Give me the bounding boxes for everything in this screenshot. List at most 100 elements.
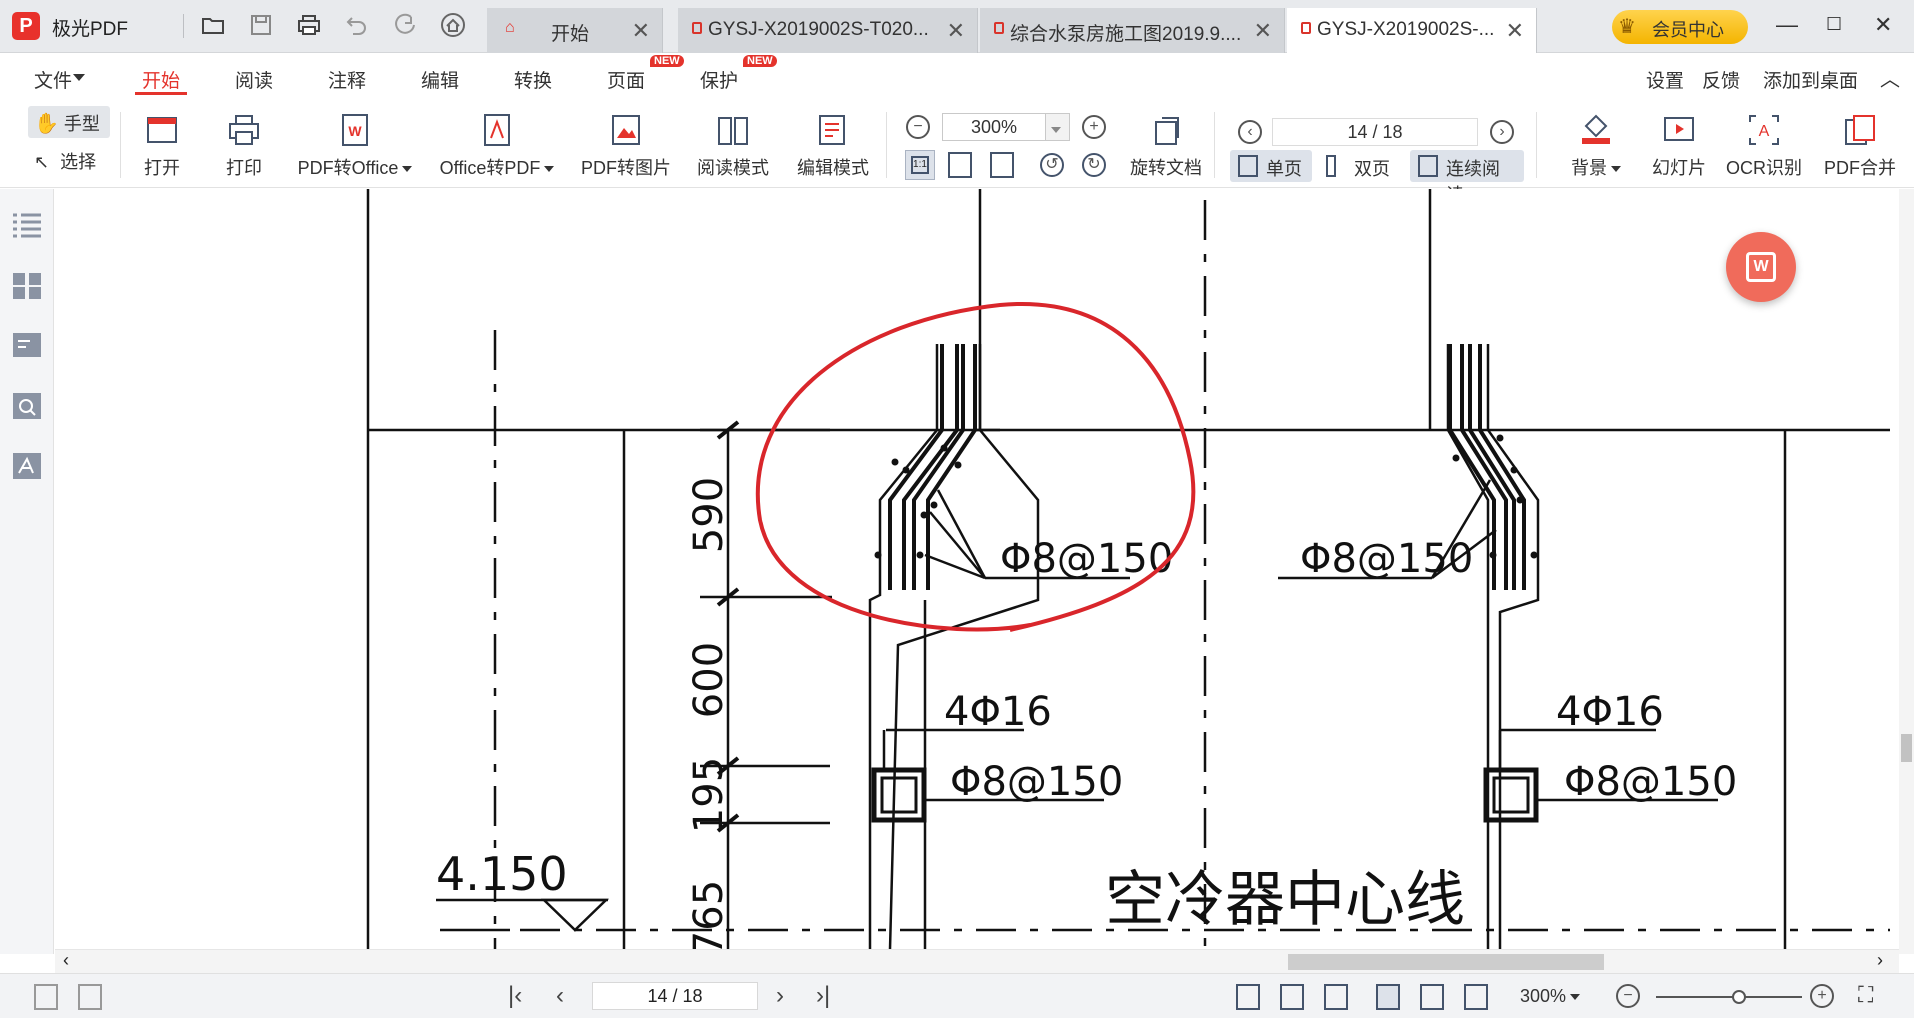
menu-add-to-desktop[interactable]: 添加到桌面: [1763, 66, 1858, 93]
close-icon[interactable]: ✕: [947, 18, 965, 44]
previous-page-icon[interactable]: ‹: [556, 982, 564, 1010]
scroll-right-icon[interactable]: ›: [1877, 950, 1883, 971]
first-page-icon[interactable]: |‹: [508, 982, 522, 1010]
new-badge: NEW: [650, 55, 684, 67]
rotate-document-button[interactable]: 旋转文档: [1124, 112, 1208, 180]
double-page-icon: [1326, 155, 1336, 177]
next-page-icon[interactable]: ›: [1490, 120, 1514, 144]
select-tool-button[interactable]: ↖ 选择: [34, 148, 96, 174]
page-number-input[interactable]: 14 / 18: [1272, 118, 1478, 146]
save-icon[interactable]: [248, 12, 278, 42]
menu-read[interactable]: 阅读: [235, 66, 273, 93]
zoom-out-icon[interactable]: −: [906, 115, 930, 139]
signature-icon[interactable]: [11, 451, 43, 481]
fit-width-icon[interactable]: [1324, 984, 1348, 1010]
office-to-pdf-button[interactable]: Office转PDF: [434, 112, 560, 180]
zoom-dropdown[interactable]: [1046, 113, 1070, 141]
zoom-slider-thumb[interactable]: [1732, 990, 1746, 1004]
rotate-left-icon[interactable]: ↺: [1040, 153, 1064, 177]
tab-label: GYSJ-X2019002S-...: [1317, 19, 1495, 40]
menu-convert[interactable]: 转换: [514, 66, 552, 93]
rotate-right-icon[interactable]: ↻: [1082, 153, 1106, 177]
slideshow-button[interactable]: 幻灯片: [1648, 112, 1710, 180]
print-button[interactable]: 打印: [222, 112, 266, 180]
ocr-icon: A: [1749, 115, 1779, 145]
tab-document-3[interactable]: GYSJ-X2019002S-... ✕: [1287, 8, 1537, 53]
tab-start[interactable]: ⌂ 开始 ✕: [487, 8, 663, 53]
ocr-button[interactable]: A OCR识别: [1724, 112, 1804, 180]
fit-page-icon[interactable]: [948, 152, 972, 178]
menu-file[interactable]: 文件: [34, 66, 72, 93]
zoom-out-icon[interactable]: −: [1616, 984, 1640, 1008]
close-icon[interactable]: ✕: [1506, 18, 1524, 44]
collapse-ribbon-icon[interactable]: ︿: [1880, 63, 1900, 92]
fullscreen-icon[interactable]: ⛶: [1858, 982, 1873, 1008]
zoom-input[interactable]: 300%: [942, 113, 1046, 141]
export-icon[interactable]: [78, 984, 102, 1010]
menu-settings[interactable]: 设置: [1646, 66, 1684, 93]
floating-convert-button[interactable]: W: [1726, 232, 1796, 302]
close-window-icon[interactable]: ✕: [1874, 12, 1892, 38]
vertical-scrollbar[interactable]: [1899, 189, 1914, 954]
svg-text:A: A: [1759, 123, 1770, 140]
menu-protect[interactable]: 保护: [700, 66, 738, 93]
tab-document-1[interactable]: GYSJ-X2019002S-T020... ✕: [678, 8, 978, 53]
undo-icon[interactable]: [344, 12, 374, 42]
scrollbar-thumb[interactable]: [1288, 954, 1604, 970]
close-icon[interactable]: ✕: [632, 18, 650, 44]
minimize-icon[interactable]: —: [1776, 12, 1798, 38]
menu-annotate[interactable]: 注释: [328, 66, 366, 93]
redo-icon[interactable]: [392, 12, 422, 42]
zoom-in-icon[interactable]: +: [1810, 984, 1834, 1008]
pdf-to-image-button[interactable]: PDF转图片: [580, 112, 672, 180]
vip-center-button[interactable]: ♛ 会员中心: [1612, 10, 1748, 44]
single-view-icon[interactable]: [1420, 984, 1444, 1010]
edit-mode-label: 编辑模式: [797, 158, 869, 178]
menu-start[interactable]: 开始: [142, 66, 180, 93]
horizontal-scrollbar[interactable]: ‹ ›: [55, 949, 1899, 973]
menu-page[interactable]: 页面: [607, 66, 645, 93]
double-view-icon[interactable]: [1464, 984, 1488, 1010]
wall-outline: [1486, 344, 1540, 949]
fit-width-icon[interactable]: [990, 152, 1014, 178]
edit-mode-button[interactable]: 编辑模式: [796, 112, 870, 180]
maximize-icon[interactable]: ☐: [1826, 14, 1842, 35]
double-page-button[interactable]: 双页: [1318, 150, 1400, 182]
exit-icon[interactable]: [34, 984, 58, 1010]
scrollbar-thumb[interactable]: [1901, 734, 1912, 762]
pdf-merge-button[interactable]: PDF合并: [1822, 112, 1898, 180]
menu-edit[interactable]: 编辑: [421, 66, 459, 93]
zoom-in-icon[interactable]: +: [1082, 115, 1106, 139]
search-icon[interactable]: [11, 391, 43, 421]
home-icon[interactable]: [440, 12, 470, 42]
last-page-icon[interactable]: ›|: [816, 982, 830, 1010]
fit-page-icon[interactable]: [1280, 984, 1304, 1010]
read-mode-button[interactable]: 阅读模式: [696, 112, 770, 180]
previous-page-icon[interactable]: ‹: [1238, 120, 1262, 144]
next-page-icon[interactable]: ›: [776, 982, 784, 1010]
background-button[interactable]: 背景: [1568, 112, 1624, 180]
outline-list-icon[interactable]: [11, 211, 43, 241]
hand-tool-button[interactable]: ✋ 手型: [28, 106, 110, 138]
actual-size-icon[interactable]: 1:1: [905, 150, 935, 180]
menu-feedback[interactable]: 反馈: [1702, 66, 1740, 93]
continuous-reading-button[interactable]: 连续阅读: [1410, 150, 1524, 205]
thumbnails-icon[interactable]: [11, 271, 43, 301]
tab-document-2[interactable]: 综合水泵房施工图2019.9.... ✕: [980, 8, 1285, 53]
single-page-button[interactable]: 单页: [1230, 150, 1312, 182]
open-folder-icon[interactable]: [200, 12, 230, 42]
actual-size-icon[interactable]: [1236, 984, 1260, 1010]
close-icon[interactable]: ✕: [1254, 18, 1272, 44]
zoom-slider[interactable]: [1656, 996, 1802, 998]
slideshow-label: 幻灯片: [1652, 158, 1706, 178]
continuous-view-icon[interactable]: [1376, 984, 1400, 1010]
open-button[interactable]: 打开: [140, 112, 184, 180]
pdf-to-office-button[interactable]: W PDF转Office: [292, 112, 418, 180]
tab-label: 开始: [551, 24, 590, 45]
status-zoom[interactable]: 300%: [1520, 986, 1581, 1007]
document-view[interactable]: 590 600 195 765 4.150 Φ8@150 Φ8@150 4Φ16…: [55, 189, 1899, 949]
print-icon[interactable]: [296, 12, 326, 42]
annotations-icon[interactable]: [11, 331, 43, 361]
scroll-left-icon[interactable]: ‹: [63, 950, 69, 971]
status-page-input[interactable]: 14 / 18: [592, 982, 758, 1010]
